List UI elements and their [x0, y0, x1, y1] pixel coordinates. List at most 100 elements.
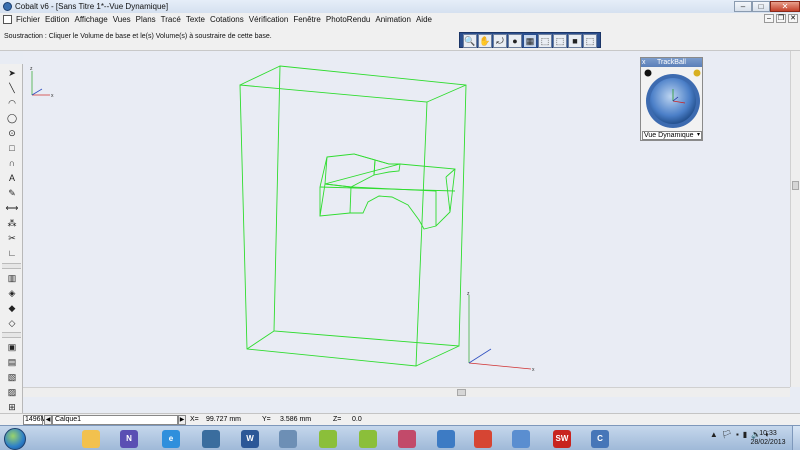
cube-wireframe-icon[interactable]: ▦ — [523, 34, 537, 48]
menu-trace[interactable]: Tracé — [161, 15, 186, 24]
trim-tool-icon[interactable]: ✂ — [4, 231, 20, 245]
circle-tool-icon[interactable]: ◯ — [4, 111, 20, 125]
system-clock[interactable]: 10:33 28/02/2013 — [748, 429, 788, 447]
sphere-icon[interactable]: ● — [508, 34, 522, 48]
menu-edition[interactable]: Edition — [45, 15, 74, 24]
trackball-panel[interactable]: x TrackBall Vue Dynamique ▾ — [640, 57, 703, 141]
taskbar-app-chat[interactable] — [310, 427, 346, 450]
vertical-scrollbar[interactable] — [790, 51, 800, 387]
dimension-tool-icon[interactable]: ⟷ — [4, 201, 20, 215]
orbit-icon[interactable]: ⤾ — [493, 34, 507, 48]
taskbar-app-chat2[interactable] — [350, 427, 386, 450]
cube-solid-icon[interactable]: ■ — [568, 34, 582, 48]
taskbar-app-tools[interactable] — [389, 427, 425, 450]
arc-tool-icon[interactable]: ◠ — [4, 96, 20, 110]
ie-icon: e — [162, 429, 180, 448]
toolbox-separator — [2, 332, 21, 338]
taskbar-app-chrome[interactable] — [465, 427, 501, 450]
shell-tool-icon[interactable]: ▧ — [4, 370, 20, 384]
tray-app-icon[interactable]: ▪ — [736, 430, 739, 439]
select-arrow-icon[interactable]: ➤ — [4, 66, 20, 80]
menu-texte[interactable]: Texte — [186, 15, 210, 24]
text-tool-icon[interactable]: A — [4, 171, 20, 185]
menu-animation[interactable]: Animation — [375, 15, 416, 24]
zoom-icon[interactable]: 🔍 — [463, 34, 477, 48]
doc-close-button[interactable]: ✕ — [788, 14, 798, 23]
layer-prev-button[interactable]: ◀ — [44, 415, 52, 425]
trackball-title-bar[interactable]: x TrackBall — [641, 58, 702, 67]
command-prompt: Soustraction : Cliquer le Volume de base… — [4, 33, 272, 40]
menu-cotations[interactable]: Cotations — [210, 15, 249, 24]
pen-tool-icon[interactable]: ✎ — [4, 186, 20, 200]
trackball-close-icon[interactable]: x — [642, 58, 646, 67]
menu-fichier[interactable]: Fichier — [16, 15, 45, 24]
taskbar-app-network[interactable] — [193, 427, 229, 450]
network-status-icon[interactable]: ▮ — [743, 430, 747, 439]
trackball-right-button-icon[interactable] — [693, 69, 701, 77]
line-tool-icon[interactable]: ╲ — [4, 81, 20, 95]
menu-verification[interactable]: Vérification — [249, 15, 294, 24]
trackball-globe[interactable] — [644, 69, 701, 129]
subtract-tool-icon[interactable]: ▨ — [4, 385, 20, 399]
document-icon[interactable] — [3, 14, 12, 24]
taskbar-app-solidworks[interactable]: SW — [544, 427, 580, 450]
loft-tool-icon[interactable]: ◇ — [4, 316, 20, 330]
maximize-button[interactable]: □ — [752, 1, 770, 12]
vertical-scroll-thumb[interactable] — [792, 181, 799, 190]
measure-tool-icon[interactable]: ⊞ — [4, 400, 20, 414]
menu-affichage[interactable]: Affichage — [74, 15, 112, 24]
action-center-icon[interactable]: 🏳 — [722, 430, 732, 439]
pan-hand-icon[interactable]: ✋ — [478, 34, 492, 48]
box-wireframe[interactable] — [239, 65, 467, 367]
taskbar-app-monitor[interactable] — [428, 427, 464, 450]
menu-photorendu[interactable]: PhotoRendu — [326, 15, 375, 24]
menu-aide[interactable]: Aide — [416, 15, 437, 24]
layer-select[interactable]: Calque1 — [52, 415, 178, 425]
prompt-bar: Soustraction : Cliquer le Volume de base… — [0, 25, 800, 51]
trackball-left-button-icon[interactable] — [644, 69, 652, 77]
doc-minimize-button[interactable]: – — [764, 14, 774, 23]
cube-front-icon[interactable]: ⬚ — [538, 34, 552, 48]
horizontal-scrollbar[interactable] — [23, 387, 790, 397]
x-label: X= — [190, 416, 199, 423]
close-button[interactable]: ✕ — [770, 1, 800, 12]
sweep-tool-icon[interactable]: ◆ — [4, 301, 20, 315]
taskbar-app-nvu[interactable]: N — [111, 427, 147, 450]
minimize-button[interactable]: – — [734, 1, 752, 12]
nvu-icon: N — [120, 429, 138, 448]
point-tool-icon[interactable]: ⁂ — [4, 216, 20, 230]
solid-box-icon[interactable]: ▣ — [4, 340, 20, 354]
menu-fenetre[interactable]: Fenêtre — [293, 15, 326, 24]
boolean-tool-icon[interactable]: ▤ — [4, 355, 20, 369]
menu-plans[interactable]: Plans — [136, 15, 161, 24]
polyline-tool-icon[interactable]: ∩ — [4, 156, 20, 170]
layer-next-button[interactable]: ▶ — [178, 415, 186, 425]
chat-icon — [319, 429, 337, 448]
chrome-icon — [474, 429, 492, 448]
show-desktop-button[interactable] — [792, 426, 800, 450]
taskbar-app-explorer[interactable] — [73, 427, 109, 450]
taskbar-app-cobalt[interactable]: C — [582, 427, 618, 450]
extrude-tool-icon[interactable]: ▥ — [4, 271, 20, 285]
taskbar-app-ie[interactable]: e — [153, 427, 189, 450]
chat2-icon — [359, 429, 377, 448]
ellipse-tool-icon[interactable]: ⊙ — [4, 126, 20, 140]
drawing-toolbox: ➤ ╲ ◠ ◯ ⊙ □ ∩ A ✎ ⟷ ⁂ ✂ ∟ ▥ ◈ ◆ ◇ ▣ ▤ ▧ … — [0, 64, 23, 416]
chevron-down-icon: ▾ — [696, 132, 700, 138]
rectangle-tool-icon[interactable]: □ — [4, 141, 20, 155]
explorer-icon — [82, 429, 100, 448]
taskbar-app-word[interactable]: W — [232, 427, 268, 450]
revolve-tool-icon[interactable]: ◈ — [4, 286, 20, 300]
menu-vues[interactable]: Vues — [113, 15, 136, 24]
start-button[interactable] — [4, 428, 26, 450]
view-mode-select[interactable]: Vue Dynamique ▾ — [642, 131, 702, 140]
monitor-icon — [437, 429, 455, 448]
fillet-tool-icon[interactable]: ∟ — [4, 246, 20, 260]
cube-shaded-icon[interactable]: ⬚ — [553, 34, 567, 48]
doc-restore-button[interactable]: ❐ — [776, 14, 786, 23]
tray-expand-icon[interactable]: ▲ — [710, 430, 718, 439]
cube-right-icon[interactable]: ⬚ — [583, 34, 597, 48]
horizontal-scroll-thumb[interactable] — [457, 389, 466, 396]
taskbar-app-network-share[interactable] — [503, 427, 539, 450]
taskbar-app-calculator[interactable] — [270, 427, 306, 450]
